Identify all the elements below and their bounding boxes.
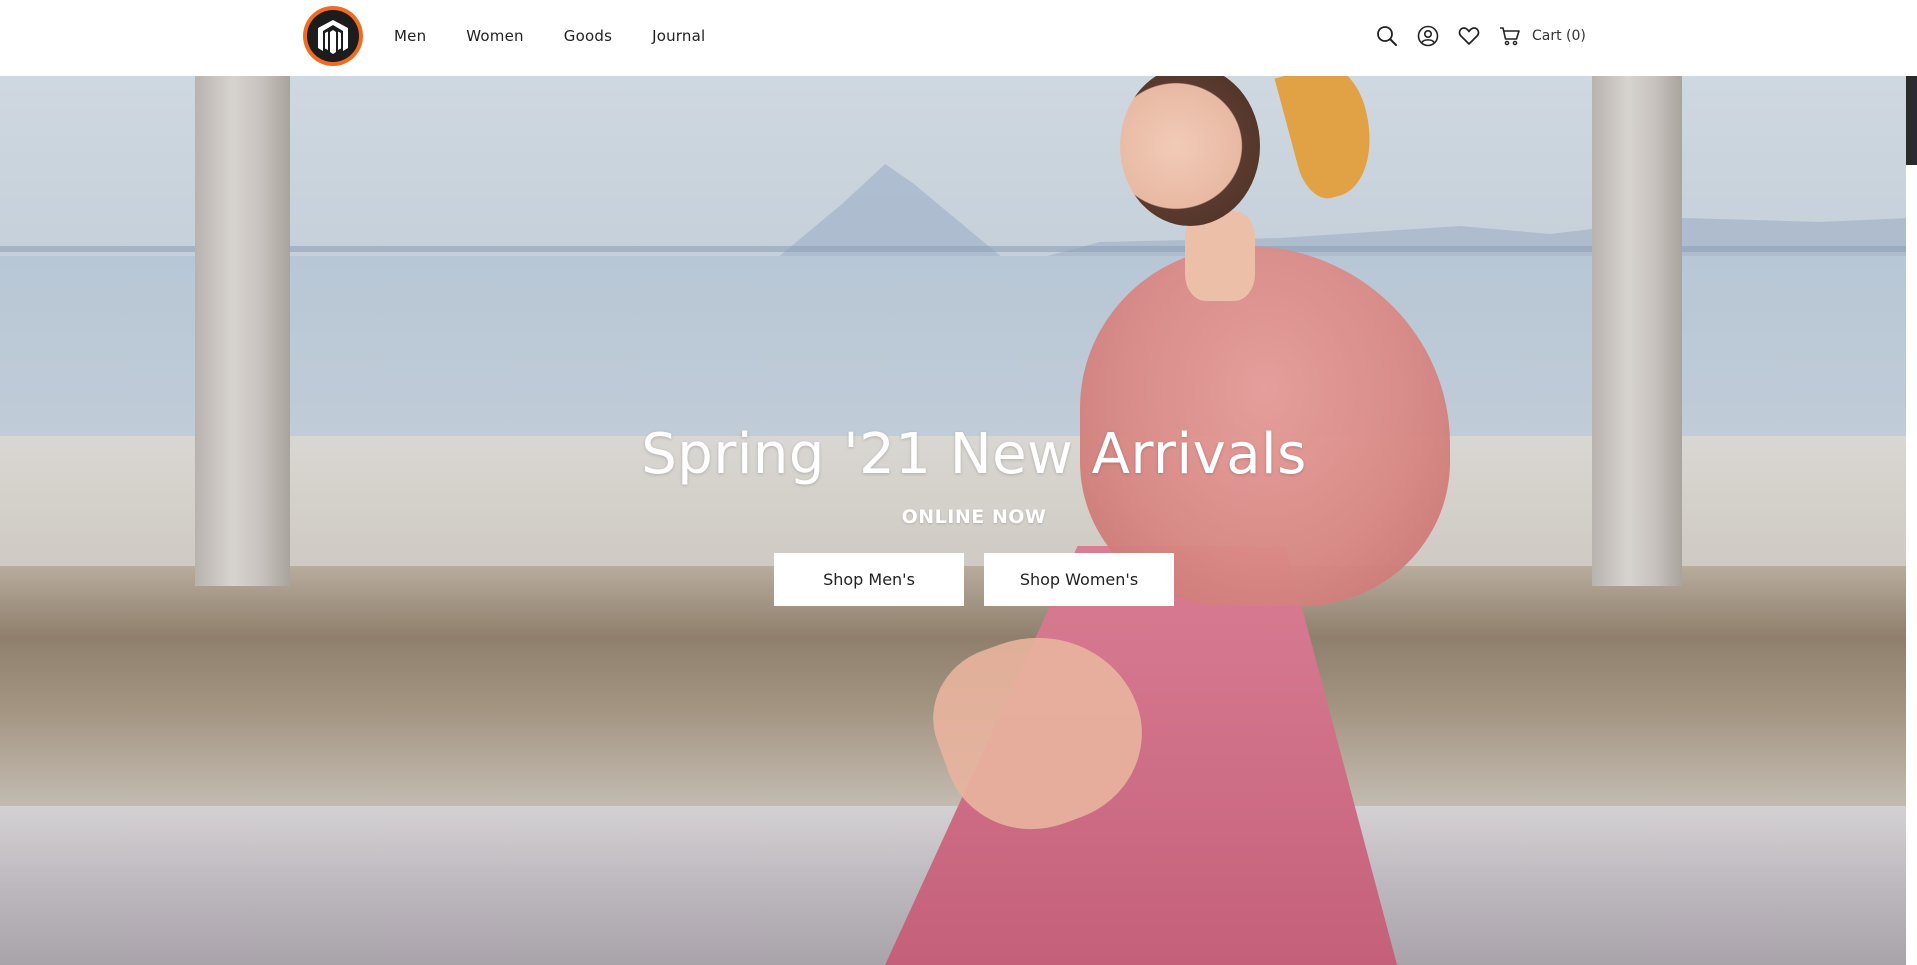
cart-button[interactable]: Cart (0)	[1498, 24, 1586, 48]
logo[interactable]	[303, 6, 363, 66]
cart-label: Cart (0)	[1532, 28, 1586, 44]
nav-item-women[interactable]: Women	[466, 27, 523, 45]
site-header: Men Women Goods Journal Cart (0)	[0, 0, 1917, 76]
nav-item-men[interactable]: Men	[394, 27, 426, 45]
cart-icon	[1498, 24, 1522, 48]
hero-subtitle: ONLINE NOW	[901, 506, 1047, 528]
magento-logo-icon	[307, 10, 359, 62]
search-icon[interactable]	[1375, 24, 1399, 48]
hero-title: Spring '21 New Arrivals	[641, 422, 1307, 487]
main-nav: Men Women Goods Journal	[394, 0, 705, 72]
nav-item-journal[interactable]: Journal	[652, 27, 705, 45]
scrollbar[interactable]	[1906, 0, 1917, 965]
account-icon[interactable]	[1416, 24, 1440, 48]
hero-banner: Spring '21 New Arrivals ONLINE NOW Shop …	[0, 76, 1906, 965]
hero-buttons: Shop Men's Shop Women's	[774, 553, 1174, 606]
shop-mens-button[interactable]: Shop Men's	[774, 553, 964, 606]
nav-item-goods[interactable]: Goods	[564, 27, 612, 45]
header-actions: Cart (0)	[1375, 22, 1586, 50]
shop-womens-button[interactable]: Shop Women's	[984, 553, 1174, 606]
hero-content: Spring '21 New Arrivals ONLINE NOW Shop …	[0, 76, 1906, 965]
wishlist-heart-icon[interactable]	[1457, 24, 1481, 48]
